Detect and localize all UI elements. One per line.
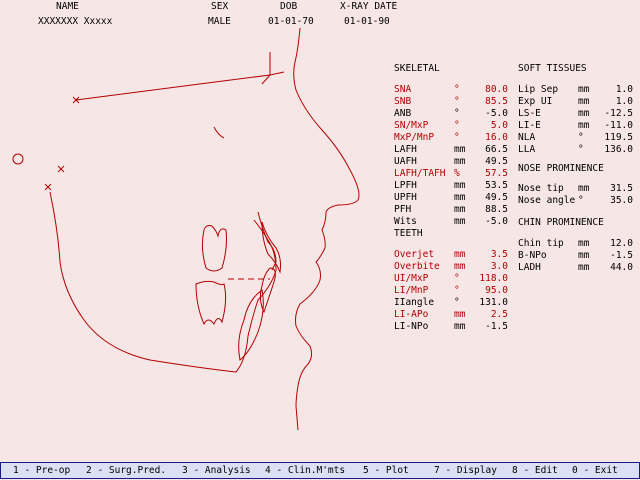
soft-tissue-row-unit: mm bbox=[578, 120, 590, 131]
skeletal-row-label: Wits bbox=[394, 216, 417, 227]
teeth-row: LI/MnP ° 95.0 bbox=[0, 285, 640, 296]
skeletal-row: LAFH/TAFH% 57.5 bbox=[0, 168, 640, 179]
soft-tissue-row: LS-E mm -12.5 bbox=[0, 108, 640, 119]
soft-tissue-row-label: NLA bbox=[518, 132, 536, 143]
menu-display[interactable]: 7 - Display bbox=[434, 465, 497, 476]
chin-row-label: Chin tip bbox=[518, 238, 564, 249]
skeletal-title: SKELETAL bbox=[394, 63, 440, 74]
soft-tissue-row: NLA ° 119.5 bbox=[0, 132, 640, 143]
menu-exit[interactable]: 0 - Exit bbox=[572, 465, 618, 476]
function-key-menu: 1 - Pre-op 2 - Surg.Pred. 3 - Analysis 4… bbox=[0, 462, 640, 479]
nose-row-label: Nose angle bbox=[518, 195, 576, 206]
soft-tissue-row-label: LS-E bbox=[518, 108, 541, 119]
chin-row-unit: mm bbox=[578, 262, 590, 273]
teeth-row-value: -1.5 bbox=[485, 321, 508, 332]
skeletal-row-label: UAFH bbox=[394, 156, 417, 167]
skeletal-row-value: -5.0 bbox=[485, 216, 508, 227]
teeth-row-unit: mm bbox=[454, 321, 466, 332]
soft-tissue-row-label: LLA bbox=[518, 144, 536, 155]
skeletal-row-value: 57.5 bbox=[485, 168, 508, 179]
soft-tissue-row-label: Lip Sep bbox=[518, 84, 559, 95]
chin-row-value: 12.0 bbox=[610, 238, 633, 249]
teeth-row: UI/MxP ° 118.0 bbox=[0, 273, 640, 284]
skeletal-row: UAFH mm 49.5 bbox=[0, 156, 640, 167]
chin-row-unit: mm bbox=[578, 238, 590, 249]
cephalometric-tracing bbox=[12, 27, 360, 431]
soft-tissue-row-value: 136.0 bbox=[604, 144, 633, 155]
teeth-row-unit: ° bbox=[454, 273, 460, 284]
menu-analysis[interactable]: 3 - Analysis bbox=[182, 465, 251, 476]
menu-edit[interactable]: 8 - Edit bbox=[512, 465, 558, 476]
teeth-row-value: 118.0 bbox=[479, 273, 508, 284]
teeth-row-unit: mm bbox=[454, 309, 466, 320]
soft-tissue-row: Exp UI mm 1.0 bbox=[0, 96, 640, 107]
soft-tissue-row: LLA ° 136.0 bbox=[0, 144, 640, 155]
skeletal-row-unit: mm bbox=[454, 216, 466, 227]
soft-tissue-row: Lip Sep mm 1.0 bbox=[0, 84, 640, 95]
skeletal-row-label: LAFH/TAFH bbox=[394, 168, 446, 179]
menu-clin-mmts[interactable]: 4 - Clin.M'mts bbox=[265, 465, 345, 476]
chin-row: LADH mm 44.0 bbox=[0, 262, 640, 273]
nose-row-value: 31.5 bbox=[610, 183, 633, 194]
menu-plot[interactable]: 5 - Plot bbox=[363, 465, 409, 476]
chin-row-label: B-NPo bbox=[518, 250, 547, 261]
teeth-row-unit: ° bbox=[454, 285, 460, 296]
nose-row-label: Nose tip bbox=[518, 183, 564, 194]
nose-row-unit: ° bbox=[578, 195, 584, 206]
chin-row-value: 44.0 bbox=[610, 262, 633, 273]
soft-tissue-row-value: 119.5 bbox=[604, 132, 633, 143]
nasion-marker bbox=[261, 52, 285, 85]
chin-row: Chin tip mm 12.0 bbox=[0, 238, 640, 249]
soft-tissue-row-unit: mm bbox=[578, 84, 590, 95]
teeth-row: LI-APo mm 2.5 bbox=[0, 309, 640, 320]
nose-row-unit: mm bbox=[578, 183, 590, 194]
skeletal-row-unit: % bbox=[454, 168, 460, 179]
soft-tissue-row: LI-E mm -11.0 bbox=[0, 120, 640, 131]
teeth-row-value: 131.0 bbox=[479, 297, 508, 308]
teeth-row-value: 2.5 bbox=[490, 309, 508, 320]
soft-tissue-row-unit: mm bbox=[578, 108, 590, 119]
skeletal-row: Wits mm -5.0 bbox=[0, 216, 640, 227]
nose-row-value: 35.0 bbox=[610, 195, 633, 206]
teeth-row-label: LI-NPo bbox=[394, 321, 429, 332]
soft-tissue-row-value: 1.0 bbox=[615, 84, 633, 95]
soft-tissue-row-value: -12.5 bbox=[604, 108, 633, 119]
teeth-row-unit: ° bbox=[454, 297, 460, 308]
teeth-row-label: LI/MnP bbox=[394, 285, 429, 296]
chin-row-value: -1.5 bbox=[610, 250, 633, 261]
teeth-row-label: UI/MxP bbox=[394, 273, 429, 284]
soft-tissue-row-unit: ° bbox=[578, 132, 584, 143]
soft-tissue-row-unit: ° bbox=[578, 144, 584, 155]
menu-surg-pred[interactable]: 2 - Surg.Pred. bbox=[86, 465, 166, 476]
teeth-row: IIangle ° 131.0 bbox=[0, 297, 640, 308]
menu-pre-op[interactable]: 1 - Pre-op bbox=[13, 465, 70, 476]
soft-tissue-row-label: LI-E bbox=[518, 120, 541, 131]
teeth-row-label: LI-APo bbox=[394, 309, 429, 320]
chin-row: B-NPo mm -1.5 bbox=[0, 250, 640, 261]
teeth-row-value: 95.0 bbox=[485, 285, 508, 296]
teeth-row: LI-NPo mm -1.5 bbox=[0, 321, 640, 332]
chin-row-unit: mm bbox=[578, 250, 590, 261]
nose-row: Nose angle ° 35.0 bbox=[0, 195, 640, 206]
skeletal-row-value: 49.5 bbox=[485, 156, 508, 167]
chin-row-label: LADH bbox=[518, 262, 541, 273]
skeletal-row-unit: mm bbox=[454, 156, 466, 167]
soft-tissue-row-label: Exp UI bbox=[518, 96, 553, 107]
nose-row: Nose tip mm 31.5 bbox=[0, 183, 640, 194]
soft-tissues-title: SOFT TISSUES bbox=[518, 63, 587, 74]
soft-tissue-row-value: 1.0 bbox=[615, 96, 633, 107]
teeth-row-label: IIangle bbox=[394, 297, 435, 308]
soft-tissue-row-value: -11.0 bbox=[604, 120, 633, 131]
soft-tissue-row-unit: mm bbox=[578, 96, 590, 107]
